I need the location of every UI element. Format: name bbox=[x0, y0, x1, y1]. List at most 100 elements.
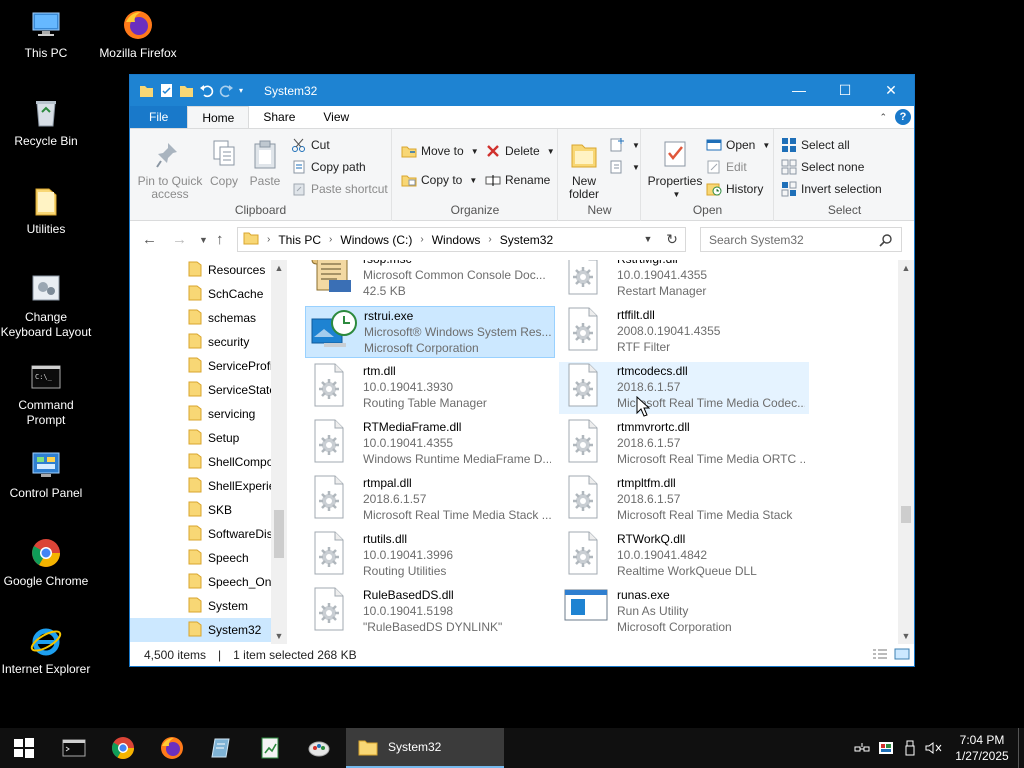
nav-folder-item[interactable]: ServiceState bbox=[130, 378, 271, 402]
maximize-button[interactable]: ☐ bbox=[822, 75, 868, 105]
network-tray-icon[interactable] bbox=[850, 728, 874, 768]
show-desktop-button[interactable] bbox=[1018, 728, 1024, 768]
details-view-icon[interactable] bbox=[872, 648, 888, 663]
nav-folder-item[interactable]: Speech bbox=[130, 546, 271, 570]
move-to-button[interactable]: Move to ▼ bbox=[401, 143, 479, 159]
file-tile[interactable]: runas.exe Run As Utility Microsoft Corpora… bbox=[559, 586, 809, 638]
select-all-button[interactable]: Select all bbox=[781, 137, 850, 153]
taskbar-app-notebook[interactable] bbox=[197, 728, 245, 768]
address-bar[interactable]: › This PC › Windows (C:) › Windows › Sys… bbox=[237, 227, 686, 252]
nav-folder-item[interactable]: SoftwareDis bbox=[130, 522, 271, 546]
nav-scrollbar[interactable]: ▲ ▼ bbox=[271, 260, 287, 644]
usb-tray-icon[interactable] bbox=[898, 728, 922, 768]
scroll-down-icon[interactable]: ▼ bbox=[898, 631, 914, 641]
clock[interactable]: 7:04 PM 1/27/2025 bbox=[946, 732, 1018, 764]
easy-access-button[interactable]: ▼ bbox=[609, 159, 640, 175]
desktop-icon-utilities[interactable]: Utilities bbox=[0, 184, 92, 237]
nav-folder-item[interactable]: security bbox=[130, 330, 271, 354]
nav-folder-item[interactable]: servicing bbox=[130, 402, 271, 426]
paste-button[interactable]: Paste bbox=[247, 139, 283, 188]
breadcrumb-system32[interactable]: System32 bbox=[500, 233, 553, 247]
desktop-icon-change-keyboard-layout[interactable]: Change Keyboard Layout bbox=[0, 272, 92, 340]
volume-muted-icon[interactable] bbox=[922, 728, 946, 768]
file-tile[interactable]: rtutils.dll 10.0.19041.3996 Routing Utilit… bbox=[305, 530, 555, 582]
file-tile[interactable]: RTWorkQ.dll 10.0.19041.4842 Realtime WorkQ… bbox=[559, 530, 809, 582]
nav-folder-item[interactable]: ServiceProfi bbox=[130, 354, 271, 378]
nav-folder-item[interactable]: System32 bbox=[130, 618, 271, 642]
file-tile[interactable]: RTMediaFrame.dll 10.0.19041.4355 Windows R… bbox=[305, 418, 555, 470]
display-tray-icon[interactable] bbox=[874, 728, 898, 768]
tab-file[interactable]: File bbox=[130, 106, 188, 128]
large-icons-view-icon[interactable] bbox=[894, 648, 910, 663]
up-arrow-icon[interactable]: ↑ bbox=[216, 231, 224, 248]
tab-share[interactable]: Share bbox=[249, 106, 309, 128]
desktop-icon-this-pc[interactable]: This PC bbox=[0, 8, 92, 61]
rename-button[interactable]: Rename bbox=[485, 172, 550, 188]
nav-folder-item[interactable]: Speech_One bbox=[130, 570, 271, 594]
redo-icon[interactable] bbox=[219, 83, 234, 98]
help-icon[interactable]: ? bbox=[895, 109, 911, 125]
delete-button[interactable]: Delete ▼ bbox=[485, 143, 555, 159]
select-none-button[interactable]: Select none bbox=[781, 159, 864, 175]
taskbar-firefox[interactable] bbox=[148, 728, 196, 768]
nav-folder-item[interactable]: Resources bbox=[130, 260, 271, 282]
nav-folder-item[interactable]: System bbox=[130, 594, 271, 618]
breadcrumb-windows[interactable]: Windows bbox=[432, 233, 481, 247]
edit-button[interactable]: Edit bbox=[706, 159, 747, 175]
taskbar-command-prompt[interactable] bbox=[50, 728, 98, 768]
customize-toolbar-icon[interactable]: ▾ bbox=[239, 83, 254, 98]
copy-button[interactable]: Copy bbox=[206, 139, 242, 188]
nav-folder-item[interactable]: Setup bbox=[130, 426, 271, 450]
scroll-thumb[interactable] bbox=[274, 510, 284, 558]
refresh-icon[interactable]: ↻ bbox=[659, 227, 686, 252]
breadcrumb-this-pc[interactable]: This PC bbox=[278, 233, 321, 247]
scroll-up-icon[interactable]: ▲ bbox=[898, 263, 914, 273]
tab-home[interactable]: Home bbox=[187, 106, 250, 128]
close-button[interactable]: ✕ bbox=[868, 75, 914, 105]
open-button[interactable]: Open ▼ bbox=[706, 137, 770, 153]
new-folder-icon[interactable] bbox=[179, 83, 194, 98]
chevron-up-icon[interactable]: ⌃ bbox=[879, 112, 887, 123]
recent-locations-icon[interactable]: ▼ bbox=[199, 235, 208, 245]
nav-folder-item[interactable]: SchCache bbox=[130, 282, 271, 306]
properties-button[interactable]: Properties ▼ bbox=[646, 139, 704, 201]
file-scrollbar[interactable]: ▲ ▼ bbox=[898, 260, 914, 644]
file-tile[interactable]: rtmmvrortc.dll 2018.6.1.57 Microsoft Real … bbox=[559, 418, 809, 470]
search-input[interactable]: Search System32 bbox=[700, 227, 902, 252]
taskbar-chrome[interactable] bbox=[99, 728, 147, 768]
scroll-down-icon[interactable]: ▼ bbox=[271, 631, 287, 641]
address-dropdown-icon[interactable]: ▼ bbox=[637, 227, 659, 252]
file-tile[interactable]: rsop.mscMicrosoft Common Console Doc... 4… bbox=[305, 260, 555, 302]
pin-to-quick-access-button[interactable]: Pin to Quick access bbox=[136, 139, 204, 201]
forward-arrow-icon[interactable]: → bbox=[172, 231, 187, 248]
title-bar[interactable]: ▾ System32 — ☐ ✕ bbox=[130, 75, 914, 106]
undo-icon[interactable] bbox=[199, 83, 214, 98]
desktop-icon-internet-explorer[interactable]: Internet Explorer bbox=[0, 624, 92, 677]
taskbar-app-paint[interactable] bbox=[295, 728, 343, 768]
new-folder-button[interactable]: New folder bbox=[561, 139, 607, 201]
file-tile[interactable]: rstrui.exe Microsoft® Windows System Res.… bbox=[305, 306, 555, 358]
start-button[interactable] bbox=[0, 728, 48, 768]
file-tile[interactable]: RstrtMgr.dll10.0.19041.4355 Restart Manag… bbox=[559, 260, 809, 302]
file-tile[interactable]: rtmpal.dll 2018.6.1.57 Microsoft Real Time… bbox=[305, 474, 555, 526]
minimize-button[interactable]: — bbox=[776, 75, 822, 105]
tab-view[interactable]: View bbox=[309, 106, 363, 128]
properties-icon[interactable] bbox=[159, 83, 174, 98]
invert-selection-button[interactable]: Invert selection bbox=[781, 181, 882, 197]
file-tile[interactable]: rtffilt.dll 2008.0.19041.4355 RTF Filter bbox=[559, 306, 809, 358]
file-tile[interactable]: rtmcodecs.dll 2018.6.1.57 Microsoft Real T… bbox=[559, 362, 809, 414]
desktop-icon-control-panel[interactable]: Control Panel bbox=[0, 448, 92, 501]
taskbar-active-window[interactable]: System32 bbox=[346, 728, 504, 768]
desktop-icon-firefox[interactable]: Mozilla Firefox bbox=[92, 8, 184, 61]
copy-path-button[interactable]: Copy path bbox=[291, 159, 366, 175]
taskbar-app-chart[interactable] bbox=[246, 728, 294, 768]
back-arrow-icon[interactable]: ← bbox=[142, 231, 157, 248]
new-item-button[interactable]: ▼ bbox=[609, 137, 640, 153]
file-tile[interactable]: rtm.dll 10.0.19041.3930 Routing Table Mana… bbox=[305, 362, 555, 414]
desktop-icon-recycle-bin[interactable]: Recycle Bin bbox=[0, 96, 92, 149]
paste-shortcut-button[interactable]: Paste shortcut bbox=[291, 181, 388, 197]
copy-to-button[interactable]: Copy to ▼ bbox=[401, 172, 477, 188]
nav-folder-item[interactable]: SKB bbox=[130, 498, 271, 522]
file-tile[interactable]: RuleBasedDS.dll 10.0.19041.5198 "RuleBased… bbox=[305, 586, 555, 638]
nav-folder-item[interactable]: ShellCompo bbox=[130, 450, 271, 474]
